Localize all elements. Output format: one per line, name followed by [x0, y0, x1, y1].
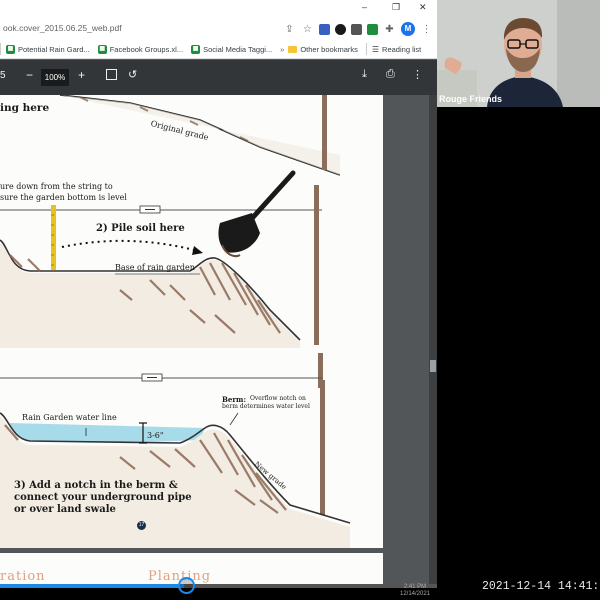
extension-icon[interactable]	[319, 23, 330, 35]
video-progress-bar[interactable]	[0, 584, 437, 588]
next-page-heading-left: ration	[0, 569, 46, 584]
minimize-button[interactable]: –	[362, 2, 367, 12]
bookmark-item[interactable]: ▦ Social Media Taggi...	[191, 44, 272, 54]
bookmark-item[interactable]: ▦ Potential Rain Gard...	[6, 44, 90, 54]
browser-window: – ❐ ✕ ook.cover_2015.06.25_web.pdf ⇪ ☆ ✚…	[0, 0, 437, 584]
scrollbar-thumb[interactable]	[430, 360, 436, 372]
extensions-puzzle-icon[interactable]: ✚	[383, 23, 396, 36]
bookmarks-bar: ▦ Potential Rain Gard... ▦ Facebook Grou…	[0, 40, 437, 59]
download-icon[interactable]: ⤓	[362, 68, 367, 81]
print-icon[interactable]: ⎙	[386, 68, 395, 81]
measure-text-line1: ure down from the string to	[0, 182, 113, 191]
pdf-page: ing here Original grade ure down from th…	[0, 95, 383, 548]
share-icon[interactable]: ⇪	[283, 23, 296, 36]
participant-name: Rouge Friends	[439, 94, 503, 104]
address-bar-row: – ❐ ✕ ook.cover_2015.06.25_web.pdf ⇪ ☆ ✚…	[0, 0, 437, 44]
url-text[interactable]: ook.cover_2015.06.25_web.pdf	[3, 23, 122, 33]
video-progress-fill	[0, 584, 184, 588]
sheets-extension-icon[interactable]	[367, 23, 378, 35]
depth-label: 3-6"	[147, 431, 164, 440]
facebook-extension-icon[interactable]	[351, 23, 362, 35]
page-number[interactable]: 5	[0, 70, 6, 81]
browser-menu-icon[interactable]: ⋮	[420, 23, 433, 36]
rotate-icon[interactable]: ↺	[128, 68, 137, 81]
profile-avatar[interactable]: M	[401, 22, 415, 36]
reading-list[interactable]: ☰ Reading list	[372, 45, 421, 54]
sheets-icon: ▦	[97, 44, 107, 54]
bookmark-star-icon[interactable]: ☆	[301, 23, 314, 36]
video-seek-handle[interactable]	[178, 577, 195, 594]
bookmark-item[interactable]: ▦ Facebook Groups.xl...	[97, 44, 183, 54]
berm-text-line2: berm determines water level	[222, 403, 310, 410]
more-vertical-icon[interactable]: ⋮	[412, 68, 423, 81]
heading-partial: ing here	[0, 102, 50, 114]
step3-line3: or over land swale	[14, 504, 116, 515]
reading-list-icon: ☰	[371, 44, 380, 54]
base-of-rain-garden-label: Base of rain garden	[115, 263, 195, 272]
water-line-label: Rain Garden water line	[22, 413, 117, 422]
page-number-marker: 17	[137, 521, 146, 530]
pile-soil-label: 2) Pile soil here	[96, 223, 185, 234]
other-bookmarks[interactable]: Other bookmarks	[288, 45, 358, 54]
sheets-icon: ▦	[191, 44, 201, 54]
webcam-feed: Rouge Friends	[437, 0, 600, 107]
participant-video	[437, 0, 600, 107]
pdf-toolbar: 5 − 100% + ↺ ⤓ ⎙ ⋮	[0, 60, 437, 95]
taskbar-clock: 2:41 PM 12/14/2021	[400, 584, 431, 597]
sheets-icon: ▦	[6, 44, 15, 54]
measure-text-line2: sure the garden bottom is level	[0, 193, 127, 202]
pdf-scrollbar[interactable]	[429, 95, 437, 584]
step3-line2: connect your underground pipe	[14, 492, 192, 503]
step3-line1: 3) Add a notch in the berm &	[14, 480, 178, 491]
fit-page-icon[interactable]	[106, 69, 117, 80]
extension-circle-icon[interactable]	[335, 23, 346, 35]
zoom-out-button[interactable]: −	[26, 68, 33, 82]
zoom-in-button[interactable]: +	[78, 68, 85, 82]
toolbar-icons: ⇪ ☆ ✚ M ⋮	[283, 22, 433, 36]
recording-timestamp: 2021-12-14 14:41:5	[482, 580, 600, 593]
close-window-button[interactable]: ✕	[419, 2, 427, 13]
berm-text-line1: Overflow notch on	[250, 395, 306, 402]
overflow-chevron-icon[interactable]: »	[280, 45, 284, 54]
maximize-button[interactable]: ❐	[392, 2, 400, 13]
folder-icon	[288, 45, 298, 53]
zoom-input[interactable]: 100%	[41, 69, 69, 86]
